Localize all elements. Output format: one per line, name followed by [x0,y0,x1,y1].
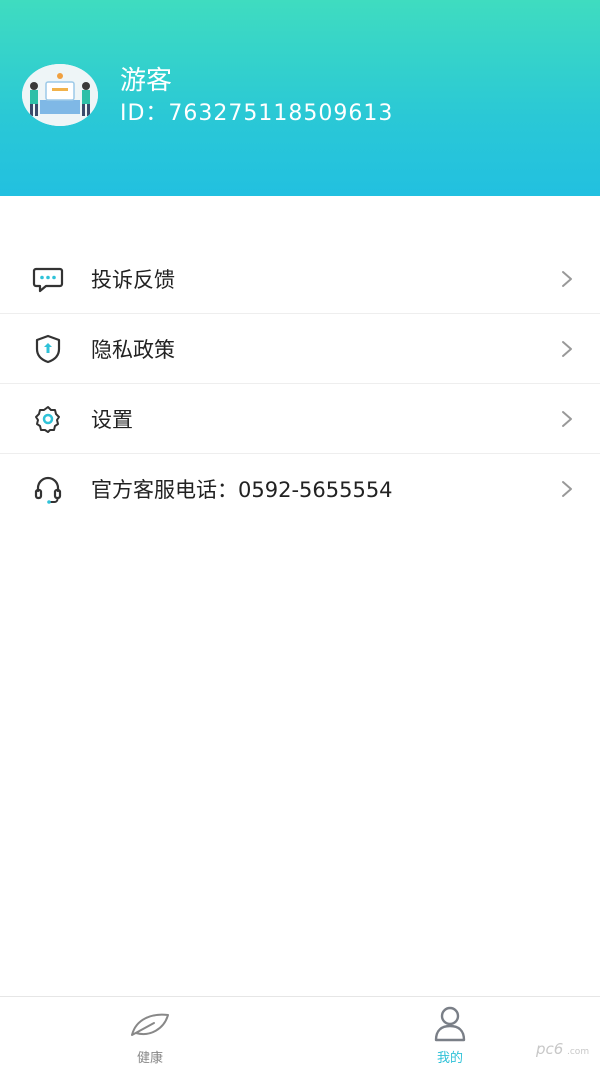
chevron-right-icon [562,480,572,497]
chevron-right-icon [562,270,572,287]
menu-item-privacy[interactable]: 隐私政策 [0,314,600,384]
tab-mine[interactable]: 我的 [390,997,510,1068]
person-icon [434,1006,466,1042]
chevron-right-icon [562,410,572,427]
shield-icon [35,334,61,363]
gear-icon [35,405,60,433]
profile-header: 游客 ID：763275118509613 [0,0,600,196]
menu-item-label: 设置 [91,407,133,432]
user-name: 游客 [120,66,173,96]
tab-health[interactable]: 健康 [90,997,210,1068]
svg-text:.com: .com [567,1047,589,1057]
avatar-illustration-icon [22,64,98,126]
menu-item-hotline[interactable]: 官方客服电话：0592-5655554 [0,454,600,523]
watermark-logo: pc6 .com [536,1040,589,1058]
menu-item-label: 投诉反馈 [91,267,175,292]
leaf-icon [131,1013,169,1036]
menu-item-feedback[interactable]: 投诉反馈 [0,244,600,314]
chevron-right-icon [562,340,572,357]
chat-bubble-icon [32,267,64,292]
settings-menu: 投诉反馈 隐私政策 设置 官方客服电话：0592-5655554 [0,244,600,523]
bottom-tab-bar: 健康 我的 [0,996,600,1068]
headset-icon [34,476,62,504]
avatar[interactable] [22,64,98,126]
svg-text:pc6: pc6 [536,1040,563,1058]
tab-label: 我的 [436,1051,463,1066]
tab-label: 健康 [136,1051,163,1066]
menu-item-settings[interactable]: 设置 [0,384,600,454]
menu-item-label: 隐私政策 [91,337,175,362]
user-id: ID：763275118509613 [120,101,394,126]
menu-item-label: 官方客服电话：0592-5655554 [91,477,393,502]
